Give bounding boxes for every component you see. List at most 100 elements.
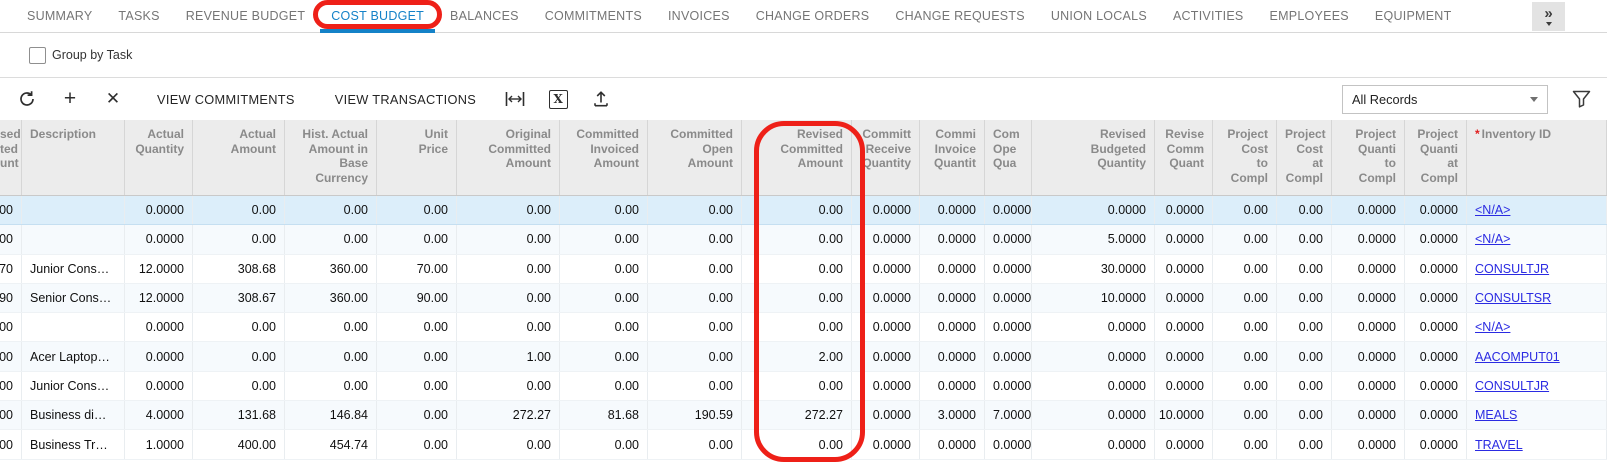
- delete-row-button[interactable]: ✕: [100, 86, 126, 112]
- cell-original-committed-amount[interactable]: 272.27: [457, 401, 560, 429]
- cell-revised-budgeted-quantity[interactable]: 0.0000: [1032, 372, 1155, 400]
- cell-committed-invoiced-amount[interactable]: 0.00: [560, 225, 648, 253]
- cell-inventory-id[interactable]: CONSULTJR: [1467, 372, 1607, 400]
- view-transactions-button[interactable]: VIEW TRANSACTIONS: [321, 92, 490, 107]
- cell-actual-quantity[interactable]: 0.0000: [125, 196, 193, 224]
- cell-original-committed-amount[interactable]: 0.00: [457, 430, 560, 458]
- cell-actual-amount[interactable]: 0.00: [193, 196, 285, 224]
- column-header-project-cost-to-complete[interactable]: ProjectCosttoCompl: [1213, 120, 1277, 195]
- cell-project-cost-at-completion[interactable]: 0.00: [1277, 430, 1332, 458]
- cell-committed-invoiced-quantity[interactable]: 0.0000: [920, 313, 985, 341]
- cell-project-cost-at-completion[interactable]: 0.00: [1277, 196, 1332, 224]
- export-to-excel-button[interactable]: X: [545, 86, 571, 112]
- cell-clipped-budgeted-amount[interactable]: 00: [0, 372, 22, 400]
- column-header-actual-quantity[interactable]: ActualQuantity: [125, 120, 193, 195]
- cell-actual-quantity[interactable]: 0.0000: [125, 372, 193, 400]
- cell-actual-amount[interactable]: 0.00: [193, 342, 285, 370]
- column-header-actual-amount[interactable]: ActualAmount: [193, 120, 285, 195]
- cell-project-quantity-to-complete[interactable]: 0.0000: [1332, 430, 1405, 458]
- cell-hist-actual-amount-in-base-currency[interactable]: 0.00: [285, 342, 377, 370]
- cell-description[interactable]: [22, 313, 125, 341]
- cell-committed-open-quantity[interactable]: 0.0000: [985, 225, 1032, 253]
- column-header-hist-actual-amount-in-base-currency[interactable]: Hist. ActualAmount inBaseCurrency: [285, 120, 377, 195]
- filter-settings-button[interactable]: [1572, 90, 1591, 108]
- cell-inventory-id[interactable]: AACOMPUT01: [1467, 342, 1607, 370]
- cell-original-committed-amount[interactable]: 0.00: [457, 284, 560, 312]
- cell-hist-actual-amount-in-base-currency[interactable]: 0.00: [285, 372, 377, 400]
- cell-committed-received-quantity[interactable]: 0.0000: [852, 284, 920, 312]
- column-header-committed-received-quantity[interactable]: CommittReceiveQuantity: [852, 120, 920, 195]
- cell-project-quantity-at-completion[interactable]: 0.0000: [1405, 372, 1467, 400]
- cell-inventory-id[interactable]: <N/A>: [1467, 313, 1607, 341]
- cell-committed-open-quantity[interactable]: 7.0000: [985, 401, 1032, 429]
- cell-project-cost-to-complete[interactable]: 0.00: [1213, 313, 1277, 341]
- cell-actual-quantity[interactable]: 0.0000: [125, 342, 193, 370]
- cell-actual-quantity[interactable]: 4.0000: [125, 401, 193, 429]
- cell-description[interactable]: Business Tr…: [22, 430, 125, 458]
- cell-project-cost-to-complete[interactable]: 0.00: [1213, 284, 1277, 312]
- column-header-revised-committed-quantity[interactable]: ReviseCommQuant: [1155, 120, 1213, 195]
- cell-committed-invoiced-amount[interactable]: 0.00: [560, 196, 648, 224]
- tab-invoices[interactable]: INVOICES: [655, 0, 743, 32]
- cell-original-committed-amount[interactable]: 0.00: [457, 255, 560, 283]
- cell-revised-committed-quantity[interactable]: 0.0000: [1155, 255, 1213, 283]
- column-header-revised-budgeted-quantity[interactable]: RevisedBudgetedQuantity: [1032, 120, 1155, 195]
- grid-row-3[interactable]: 70Junior Cons…12.0000308.68360.0070.000.…: [0, 255, 1607, 284]
- tab-commitments[interactable]: COMMITMENTS: [532, 0, 655, 32]
- cell-actual-quantity[interactable]: 12.0000: [125, 284, 193, 312]
- cell-committed-received-quantity[interactable]: 0.0000: [852, 401, 920, 429]
- cell-clipped-budgeted-amount[interactable]: 00: [0, 225, 22, 253]
- cell-hist-actual-amount-in-base-currency[interactable]: 0.00: [285, 313, 377, 341]
- cell-description[interactable]: [22, 225, 125, 253]
- cell-revised-budgeted-quantity[interactable]: 0.0000: [1032, 313, 1155, 341]
- inventory-id-link[interactable]: CONSULTJR: [1475, 379, 1549, 393]
- grid-row-4[interactable]: 90Senior Cons…12.0000308.67360.0090.000.…: [0, 284, 1607, 313]
- cell-actual-amount[interactable]: 0.00: [193, 225, 285, 253]
- cell-revised-committed-amount[interactable]: 0.00: [742, 225, 852, 253]
- cell-clipped-budgeted-amount[interactable]: 00: [0, 313, 22, 341]
- cell-inventory-id[interactable]: CONSULTSR: [1467, 284, 1607, 312]
- cell-committed-received-quantity[interactable]: 0.0000: [852, 225, 920, 253]
- grid-row-8[interactable]: 00Business di…4.0000131.68146.840.00272.…: [0, 401, 1607, 430]
- cell-project-cost-to-complete[interactable]: 0.00: [1213, 430, 1277, 458]
- cell-unit-price[interactable]: 0.00: [377, 372, 457, 400]
- cell-committed-open-amount[interactable]: 0.00: [648, 313, 742, 341]
- cell-revised-committed-quantity[interactable]: 0.0000: [1155, 342, 1213, 370]
- cell-actual-quantity[interactable]: 0.0000: [125, 313, 193, 341]
- cell-original-committed-amount[interactable]: 1.00: [457, 342, 560, 370]
- cell-committed-open-amount[interactable]: 0.00: [648, 284, 742, 312]
- cell-revised-committed-quantity[interactable]: 10.0000: [1155, 401, 1213, 429]
- column-header-committed-invoiced-quantity[interactable]: CommiInvoiceQuantit: [920, 120, 985, 195]
- cell-unit-price[interactable]: 0.00: [377, 401, 457, 429]
- cell-project-quantity-to-complete[interactable]: 0.0000: [1332, 372, 1405, 400]
- fit-width-button[interactable]: [502, 86, 528, 112]
- cell-description[interactable]: Junior Cons…: [22, 255, 125, 283]
- cell-actual-quantity[interactable]: 12.0000: [125, 255, 193, 283]
- cell-project-cost-to-complete[interactable]: 0.00: [1213, 196, 1277, 224]
- cell-hist-actual-amount-in-base-currency[interactable]: 0.00: [285, 196, 377, 224]
- cell-inventory-id[interactable]: <N/A>: [1467, 196, 1607, 224]
- cell-actual-amount[interactable]: 308.67: [193, 284, 285, 312]
- cell-original-committed-amount[interactable]: 0.00: [457, 225, 560, 253]
- cell-project-quantity-at-completion[interactable]: 0.0000: [1405, 255, 1467, 283]
- cell-committed-open-amount[interactable]: 0.00: [648, 372, 742, 400]
- cell-committed-invoiced-quantity[interactable]: 3.0000: [920, 401, 985, 429]
- cell-revised-budgeted-quantity[interactable]: 30.0000: [1032, 255, 1155, 283]
- column-header-inventory-id[interactable]: *Inventory ID: [1467, 120, 1607, 195]
- tab-equipment[interactable]: EQUIPMENT: [1362, 0, 1465, 32]
- column-header-committed-open-amount[interactable]: CommittedOpenAmount: [648, 120, 742, 195]
- cell-description[interactable]: Acer Laptop…: [22, 342, 125, 370]
- grid-row-1[interactable]: 000.00000.000.000.000.000.000.000.000.00…: [0, 196, 1607, 225]
- cell-project-quantity-at-completion[interactable]: 0.0000: [1405, 284, 1467, 312]
- cell-revised-budgeted-quantity[interactable]: 0.0000: [1032, 196, 1155, 224]
- cell-project-quantity-to-complete[interactable]: 0.0000: [1332, 313, 1405, 341]
- cell-clipped-budgeted-amount[interactable]: 00: [0, 342, 22, 370]
- tab-tasks[interactable]: TASKS: [105, 0, 172, 32]
- cell-hist-actual-amount-in-base-currency[interactable]: 360.00: [285, 284, 377, 312]
- cell-inventory-id[interactable]: <N/A>: [1467, 225, 1607, 253]
- cell-committed-open-amount[interactable]: 0.00: [648, 196, 742, 224]
- cell-project-cost-at-completion[interactable]: 0.00: [1277, 313, 1332, 341]
- cell-committed-invoiced-amount[interactable]: 0.00: [560, 255, 648, 283]
- tab-union-locals[interactable]: UNION LOCALS: [1038, 0, 1160, 32]
- cell-unit-price[interactable]: 0.00: [377, 313, 457, 341]
